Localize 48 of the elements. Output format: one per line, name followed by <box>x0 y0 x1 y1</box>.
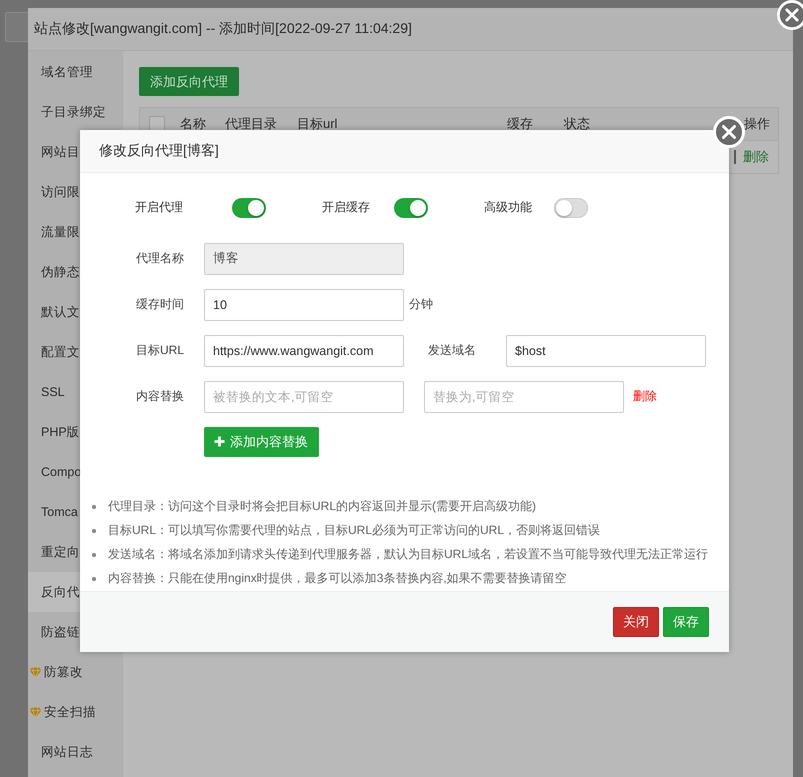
field-label: 代理名称 <box>135 250 185 268</box>
input-field[interactable]: $host <box>506 334 706 367</box>
delete-link[interactable]: 删除 <box>743 148 769 166</box>
bullet-icon <box>92 528 96 533</box>
field-label: 内容替换 <box>135 388 185 406</box>
column-header: 名称 <box>180 115 207 133</box>
close-icon[interactable] <box>777 0 803 30</box>
field-label: 缓存时间 <box>135 296 185 314</box>
toggle-switch[interactable] <box>232 198 266 218</box>
sidebar-item[interactable]: 防篡改 <box>28 652 123 692</box>
delete-link[interactable]: 删除 <box>633 388 657 406</box>
plus-icon <box>214 436 225 448</box>
column-header: 代理目录 <box>225 115 278 133</box>
toggle-label: 高级功能 <box>484 199 533 216</box>
gem-icon <box>29 666 42 678</box>
note-text: 目标URL：可以填写你需要代理的站点，目标URL必须为可正常访问的URL，否则将返回错误 <box>108 522 600 540</box>
column-header: 操作 <box>744 115 770 133</box>
column-header: 状态 <box>564 115 591 133</box>
unit-label: 分钟 <box>409 296 433 314</box>
sidebar-item[interactable]: 子目录绑定 <box>28 92 123 132</box>
note-text: 代理目录：访问这个目录时将会把目标URL的内容返回并显示(需要开启高级功能) <box>108 498 536 516</box>
note-text: 发送域名：将域名添加到请求头传递到代理服务器，默认为目标URL域名，若设置不当可能导致代理无法正常运行 <box>108 546 708 564</box>
gem-icon <box>29 706 42 718</box>
toggle-switch[interactable] <box>394 198 428 218</box>
add-replace-button[interactable]: 添加内容替换 <box>204 426 319 457</box>
window-title: 站点修改[wangwangit.com] -- 添加时间[2022-09-27 11:04:29] <box>34 20 412 38</box>
input-field: 博客 <box>204 242 404 275</box>
input-field[interactable]: 被替换的文本,可留空 <box>204 380 404 413</box>
save-button[interactable]: 保存 <box>663 606 709 637</box>
input-field[interactable]: https://www.wangwangit.com <box>204 334 404 367</box>
toggle-label: 开启缓存 <box>322 199 371 216</box>
input-field[interactable]: 替换为,可留空 <box>424 380 624 413</box>
close-button[interactable]: 关闭 <box>613 606 659 637</box>
toggle-switch[interactable] <box>554 198 588 218</box>
column-header: 目标url <box>297 115 338 133</box>
sidebar-item[interactable]: 网站日志 <box>28 732 123 772</box>
bullet-icon <box>92 504 96 509</box>
sidebar-item[interactable]: 域名管理 <box>28 52 123 92</box>
toggle-label: 开启代理 <box>135 199 183 216</box>
field-label: 发送域名 <box>427 342 477 360</box>
add-proxy-button[interactable]: 添加反向代理 <box>139 67 239 96</box>
bullet-icon <box>92 576 96 581</box>
bullet-icon <box>92 552 96 557</box>
input-field[interactable]: 10 <box>204 288 404 321</box>
field-label: 目标URL <box>134 342 185 360</box>
column-header: 缓存 <box>507 115 534 133</box>
sidebar-item[interactable]: 安全扫描 <box>28 692 123 732</box>
dialog-title: 修改反向代理[博客] <box>99 142 219 160</box>
